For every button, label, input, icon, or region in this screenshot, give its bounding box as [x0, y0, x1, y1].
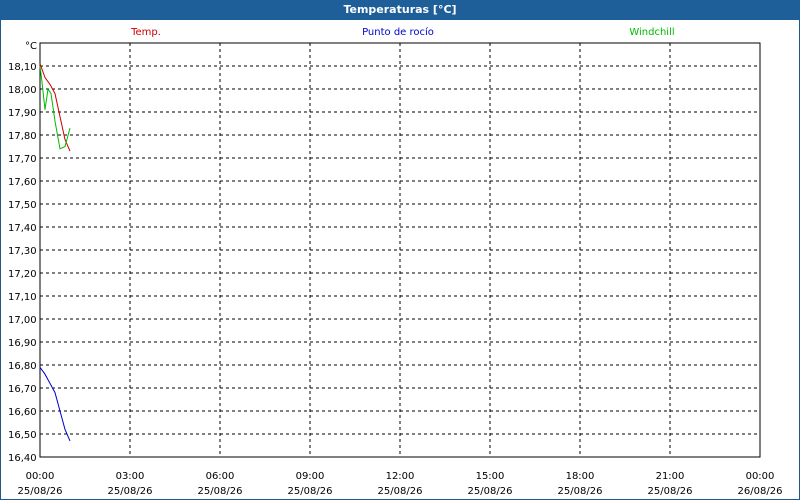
x-tick-time: 00:00	[26, 471, 55, 482]
y-tick-label: 16,90	[8, 338, 37, 349]
legend-item: Punto de rocío	[362, 26, 434, 38]
y-tick-label: 17,80	[8, 131, 37, 142]
temperature-chart: 16,40 16,50 16,60 16,70 16,80 16,90 17,00 17,10…	[8, 26, 783, 497]
y-tick-label: 16,50	[8, 430, 37, 441]
x-tick-date: 25/08/26	[18, 486, 63, 497]
y-tick-label: 17,50	[8, 200, 37, 211]
x-tick-time: 09:00	[296, 471, 325, 482]
y-tick-label: 17,60	[8, 177, 37, 188]
y-tick-label: 17,70	[8, 154, 37, 165]
y-tick-label: 16,60	[8, 407, 37, 418]
x-tick-time: 00:00	[746, 471, 775, 482]
x-tick-date: 25/08/26	[648, 486, 693, 497]
y-tick-label: 18,10	[8, 62, 37, 73]
y-tick-label: 17,10	[8, 292, 37, 303]
x-tick-date: 25/08/26	[558, 486, 603, 497]
legend-item: Temp.	[130, 27, 161, 38]
y-tick-label: 17,20	[8, 269, 37, 280]
x-axis-ticks: 00:00 25/08/26 03:00 25/08/26 06:00 25/08/26 0…	[18, 471, 783, 497]
x-tick-time: 12:00	[386, 471, 415, 482]
x-tick-date: 26/08/26	[738, 486, 783, 497]
y-tick-label: 17,90	[8, 108, 37, 119]
y-tick-label: 16,70	[8, 384, 37, 395]
y-tick-label: 16,40	[8, 453, 37, 464]
x-tick-date: 25/08/26	[468, 486, 513, 497]
x-tick-time: 15:00	[476, 471, 505, 482]
y-tick-label: 16,80	[8, 361, 37, 372]
legend: Temp. Punto de rocío Windchill	[130, 26, 675, 38]
y-tick-label: 17,40	[8, 223, 37, 234]
x-tick-date: 25/08/26	[108, 486, 153, 497]
x-tick-time: 06:00	[206, 471, 235, 482]
x-tick-date: 25/08/26	[288, 486, 333, 497]
series-lines	[39, 63, 71, 442]
y-axis-unit-label: °C	[25, 41, 37, 52]
x-tick-time: 03:00	[116, 471, 145, 482]
legend-item: Windchill	[629, 27, 674, 38]
y-axis-ticks: 16,40 16,50 16,60 16,70 16,80 16,90 17,00 17,10…	[8, 62, 37, 464]
x-tick-date: 25/08/26	[378, 486, 423, 497]
y-tick-label: 17,30	[8, 246, 37, 257]
y-tick-label: 17,00	[8, 315, 37, 326]
grid-lines	[40, 43, 760, 457]
series-line	[39, 367, 71, 442]
x-tick-time: 18:00	[566, 471, 595, 482]
x-tick-date: 25/08/26	[198, 486, 243, 497]
x-tick-time: 21:00	[656, 471, 685, 482]
series-line	[39, 65, 71, 150]
y-tick-label: 18,00	[8, 85, 37, 96]
